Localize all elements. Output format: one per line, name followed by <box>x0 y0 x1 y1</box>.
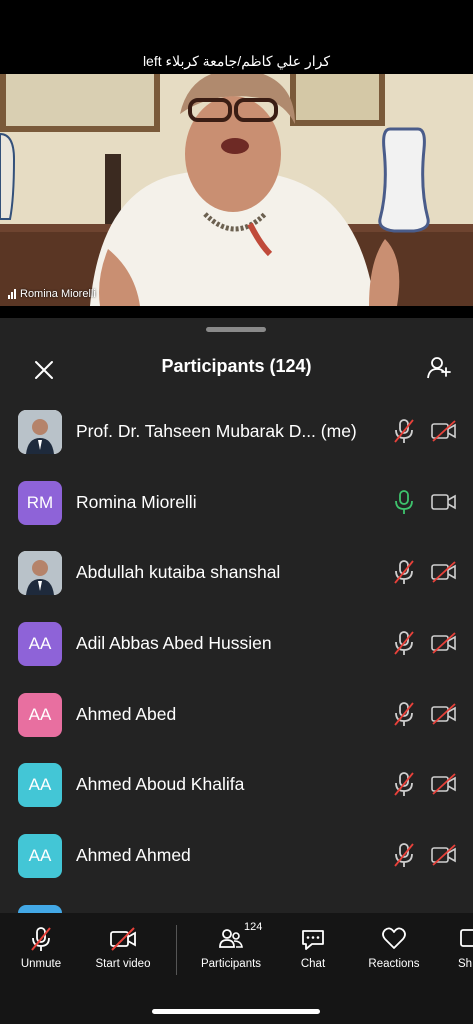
participant-avatar: AA <box>18 622 62 667</box>
speaker-name-label: Romina Miorelli <box>8 288 96 300</box>
avatar-initials: AA <box>28 775 52 795</box>
start-video-button[interactable]: Start video <box>90 925 156 970</box>
meeting-title: كرار علي كاظم/جامعة كربلاء left <box>142 53 331 69</box>
camera-off-icon[interactable] <box>430 632 458 654</box>
participant-row[interactable]: RM Romina Miorelli <box>0 467 473 538</box>
participant-name: Ahmed Abed <box>76 703 177 724</box>
participant-name: Ahmed Ahmed <box>76 845 191 866</box>
avatar-photo <box>18 410 62 454</box>
participant-row[interactable]: AA Ahmed Abed <box>0 679 473 750</box>
participant-avatar <box>18 410 62 454</box>
mic-muted-icon[interactable] <box>392 701 416 727</box>
participant-name: Abdullah kutaiba shanshal <box>76 562 281 583</box>
avatar-initials: AA <box>28 704 52 724</box>
mic-muted-icon[interactable] <box>392 771 416 797</box>
participant-avatar: AA <box>18 692 62 737</box>
mic-muted-icon <box>31 927 51 951</box>
participant-avatar: AA <box>18 763 62 808</box>
camera-off-icon[interactable] <box>430 703 458 725</box>
participant-avatar: RM <box>18 480 62 525</box>
participant-name: Ahmed Aboud Khalifa <box>76 774 245 795</box>
share-button[interactable]: Sh <box>458 925 473 970</box>
panel-header: Participants (124) <box>0 348 473 388</box>
share-screen-icon <box>460 929 473 947</box>
heart-icon <box>382 927 406 949</box>
participant-row[interactable]: Prof. Dr. Tahseen Mubarak D... (me) <box>0 396 473 467</box>
close-icon[interactable] <box>30 356 58 384</box>
camera-off-icon[interactable] <box>430 561 458 584</box>
next-participant-avatar-partial <box>18 904 62 913</box>
avatar-initials: RM <box>26 492 54 512</box>
camera-off-icon <box>110 927 136 951</box>
participant-avatar <box>18 551 62 596</box>
participant-list: Prof. Dr. Tahseen Mubarak D... (me) RM Rom… <box>0 396 473 913</box>
camera-off-icon[interactable] <box>430 773 458 796</box>
meeting-toolbar: Unmute Start video 124 Participants Chat… <box>0 913 473 1024</box>
participants-count-badge: 124 <box>244 921 263 933</box>
camera-off-icon[interactable] <box>430 844 458 866</box>
unmute-button[interactable]: Unmute <box>18 925 64 970</box>
avatar-initials: AA <box>28 846 52 866</box>
avatar-photo <box>18 551 62 596</box>
active-speaker-video[interactable]: Romina Miorelli <box>0 74 473 306</box>
participant-name: Adil Abbas Abed Hussien <box>76 633 272 654</box>
participant-row[interactable]: AA Ahmed Aboud Khalifa <box>0 749 473 820</box>
participant-name: Prof. Dr. Tahseen Mubarak D... (me) <box>76 421 357 441</box>
speaker-video-frame <box>0 74 473 306</box>
participants-icon <box>219 929 243 948</box>
panel-title: Participants (124) <box>161 356 312 376</box>
chat-icon <box>302 930 324 950</box>
signal-strength-icon <box>8 289 16 299</box>
mic-muted-icon[interactable] <box>392 418 416 444</box>
reactions-button[interactable]: Reactions <box>364 925 424 970</box>
participant-avatar: AA <box>18 834 62 879</box>
camera-off-icon[interactable] <box>430 420 458 442</box>
speaker-name: Romina Miorelli <box>20 288 96 300</box>
mic-muted-icon[interactable] <box>392 842 416 868</box>
participants-button[interactable]: 124 Participants <box>196 921 266 970</box>
participant-name: Romina Miorelli <box>76 491 197 512</box>
toolbar-divider <box>176 925 177 975</box>
participant-row[interactable]: Abdullah kutaiba shanshal <box>0 537 473 608</box>
meeting-top-bar: كرار علي كاظم/جامعة كربلاء left <box>0 0 473 74</box>
mic-on-icon[interactable] <box>392 489 416 515</box>
mic-muted-icon[interactable] <box>392 559 416 585</box>
camera-on-icon[interactable] <box>430 491 458 513</box>
home-indicator[interactable] <box>152 1009 320 1014</box>
add-participant-icon[interactable] <box>425 354 453 382</box>
avatar-initials: AA <box>28 634 52 654</box>
mic-muted-icon[interactable] <box>392 630 416 656</box>
chat-button[interactable]: Chat <box>296 925 330 970</box>
drag-handle[interactable] <box>206 327 266 332</box>
participant-row[interactable]: AA Adil Abbas Abed Hussien <box>0 608 473 679</box>
participant-row[interactable]: AA Ahmed Ahmed <box>0 820 473 891</box>
